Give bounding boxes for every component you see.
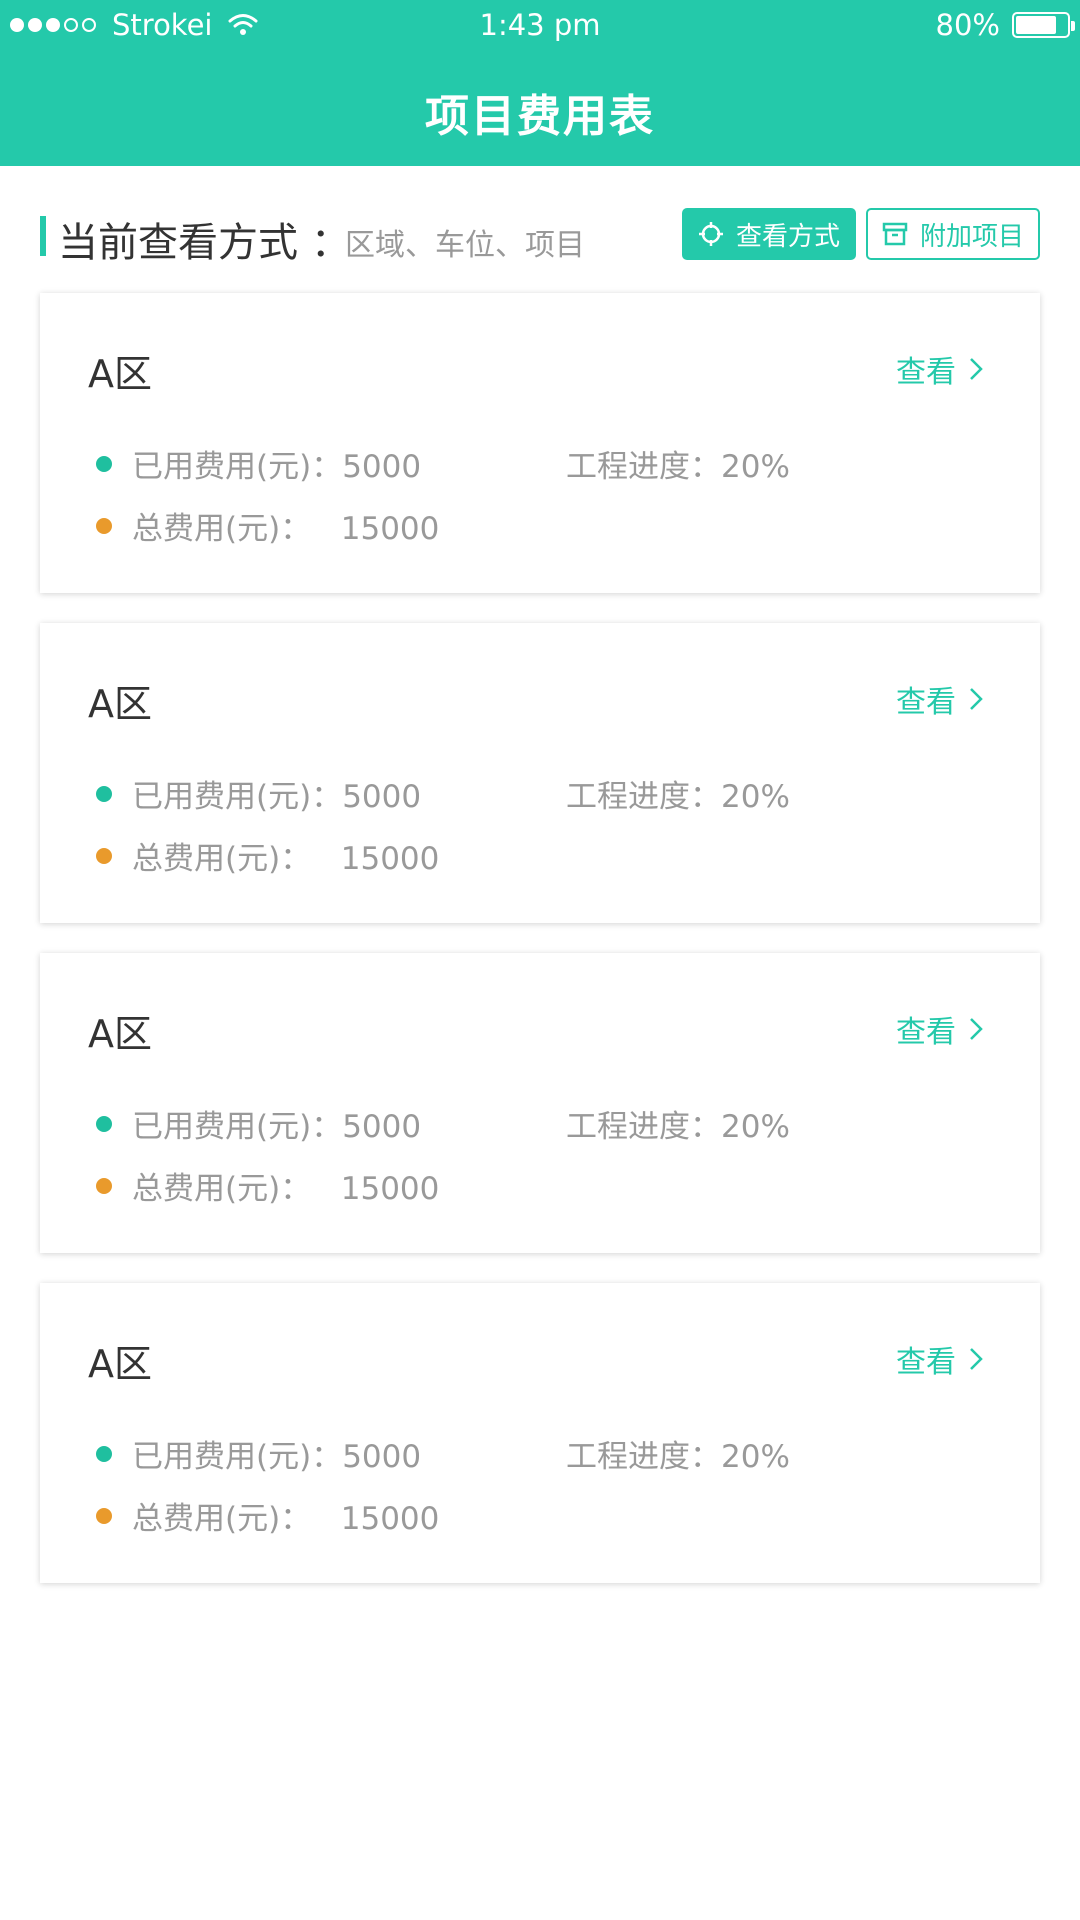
view-link[interactable]: 查看 [896,1337,984,1381]
total-cost: 总费用(元)： 15000 [132,1501,440,1537]
view-link[interactable]: 查看 [896,347,984,391]
area-card: A区 查看 已用费用(元)：5000 工程进度：20% 总费用(元)： 1500… [40,623,1040,923]
chevron-right-icon [970,688,983,710]
total-cost-row: 总费用(元)： 15000 [96,503,439,548]
battery-icon [1012,12,1075,38]
view-mode-button-label: 查看方式 [735,221,840,252]
view-link-label: 查看 [896,1345,956,1380]
crosshair-icon [698,222,723,246]
status-bar: Strokei 1:43 pm 80% [0,0,1080,50]
used-cost: 已用费用(元)：5000 [132,449,422,485]
progress-text: 工程进度：20% [566,779,790,815]
teal-bullet-icon [96,455,112,472]
total-cost: 总费用(元)： 15000 [132,1171,440,1207]
area-card-title: A区 [88,1342,152,1386]
progress-text: 工程进度：20% [566,1439,790,1475]
archive-box-icon [882,222,908,246]
view-link-label: 查看 [896,1015,956,1050]
used-cost-row: 已用费用(元)：5000 [96,1101,421,1146]
area-card: A区 查看 已用费用(元)：5000 工程进度：20% 总费用(元)： 1500… [40,1283,1040,1583]
area-card: A区 查看 已用费用(元)：5000 工程进度：20% 总费用(元)： 1500… [40,953,1040,1253]
used-cost: 已用费用(元)：5000 [132,779,422,815]
progress-row: 工程进度：20% [566,771,790,816]
view-link-label: 查看 [896,685,956,720]
teal-bullet-icon [96,785,112,802]
battery-group: 80% [935,8,1075,42]
used-cost: 已用费用(元)：5000 [132,1439,422,1475]
used-cost-row: 已用费用(元)：5000 [96,1431,421,1476]
page-title: 项目费用表 [425,91,655,142]
view-mode-value: 区域、车位、项目 [345,228,585,263]
status-time: 1:43 pm [479,8,601,42]
total-cost-row: 总费用(元)： 15000 [96,833,439,878]
area-card-title: A区 [88,352,152,396]
area-card-title: A区 [88,682,152,726]
battery-percent: 80% [935,8,1000,42]
progress-row: 工程进度：20% [566,1431,790,1476]
section-accent [40,216,46,256]
view-mode-bar: 当前查看方式 ： 区域、车位、项目 查看方式 附加项目 [40,208,1040,266]
total-cost: 总费用(元)： 15000 [132,841,440,877]
progress-text: 工程进度：20% [566,1109,790,1145]
used-cost-row: 已用费用(元)：5000 [96,441,421,486]
area-card-title: A区 [88,1012,152,1056]
orange-bullet-icon [96,517,112,534]
orange-bullet-icon [96,1177,112,1194]
view-link[interactable]: 查看 [896,1007,984,1051]
area-card: A区 查看 已用费用(元)：5000 工程进度：20% 总费用(元)： 1500… [40,293,1040,593]
add-project-button-label: 附加项目 [919,221,1024,252]
view-link-label: 查看 [896,355,956,390]
add-project-button[interactable]: 附加项目 [866,208,1040,260]
used-cost: 已用费用(元)：5000 [132,1109,422,1145]
view-mode-button[interactable]: 查看方式 [682,208,856,260]
progress-row: 工程进度：20% [566,441,790,486]
total-cost: 总费用(元)： 15000 [132,511,440,547]
progress-row: 工程进度：20% [566,1101,790,1146]
total-cost-row: 总费用(元)： 15000 [96,1163,439,1208]
orange-bullet-icon [96,1507,112,1524]
chevron-right-icon [970,358,983,380]
chevron-right-icon [970,1018,983,1040]
progress-text: 工程进度：20% [566,449,790,485]
used-cost-row: 已用费用(元)：5000 [96,771,421,816]
orange-bullet-icon [96,847,112,864]
view-mode-label: 当前查看方式 ： [58,220,351,266]
chevron-right-icon [970,1348,983,1370]
total-cost-row: 总费用(元)： 15000 [96,1493,439,1538]
app-header: Strokei 1:43 pm 80% 项目费用表 [0,0,1080,166]
teal-bullet-icon [96,1115,112,1132]
teal-bullet-icon [96,1445,112,1462]
view-link[interactable]: 查看 [896,677,984,721]
